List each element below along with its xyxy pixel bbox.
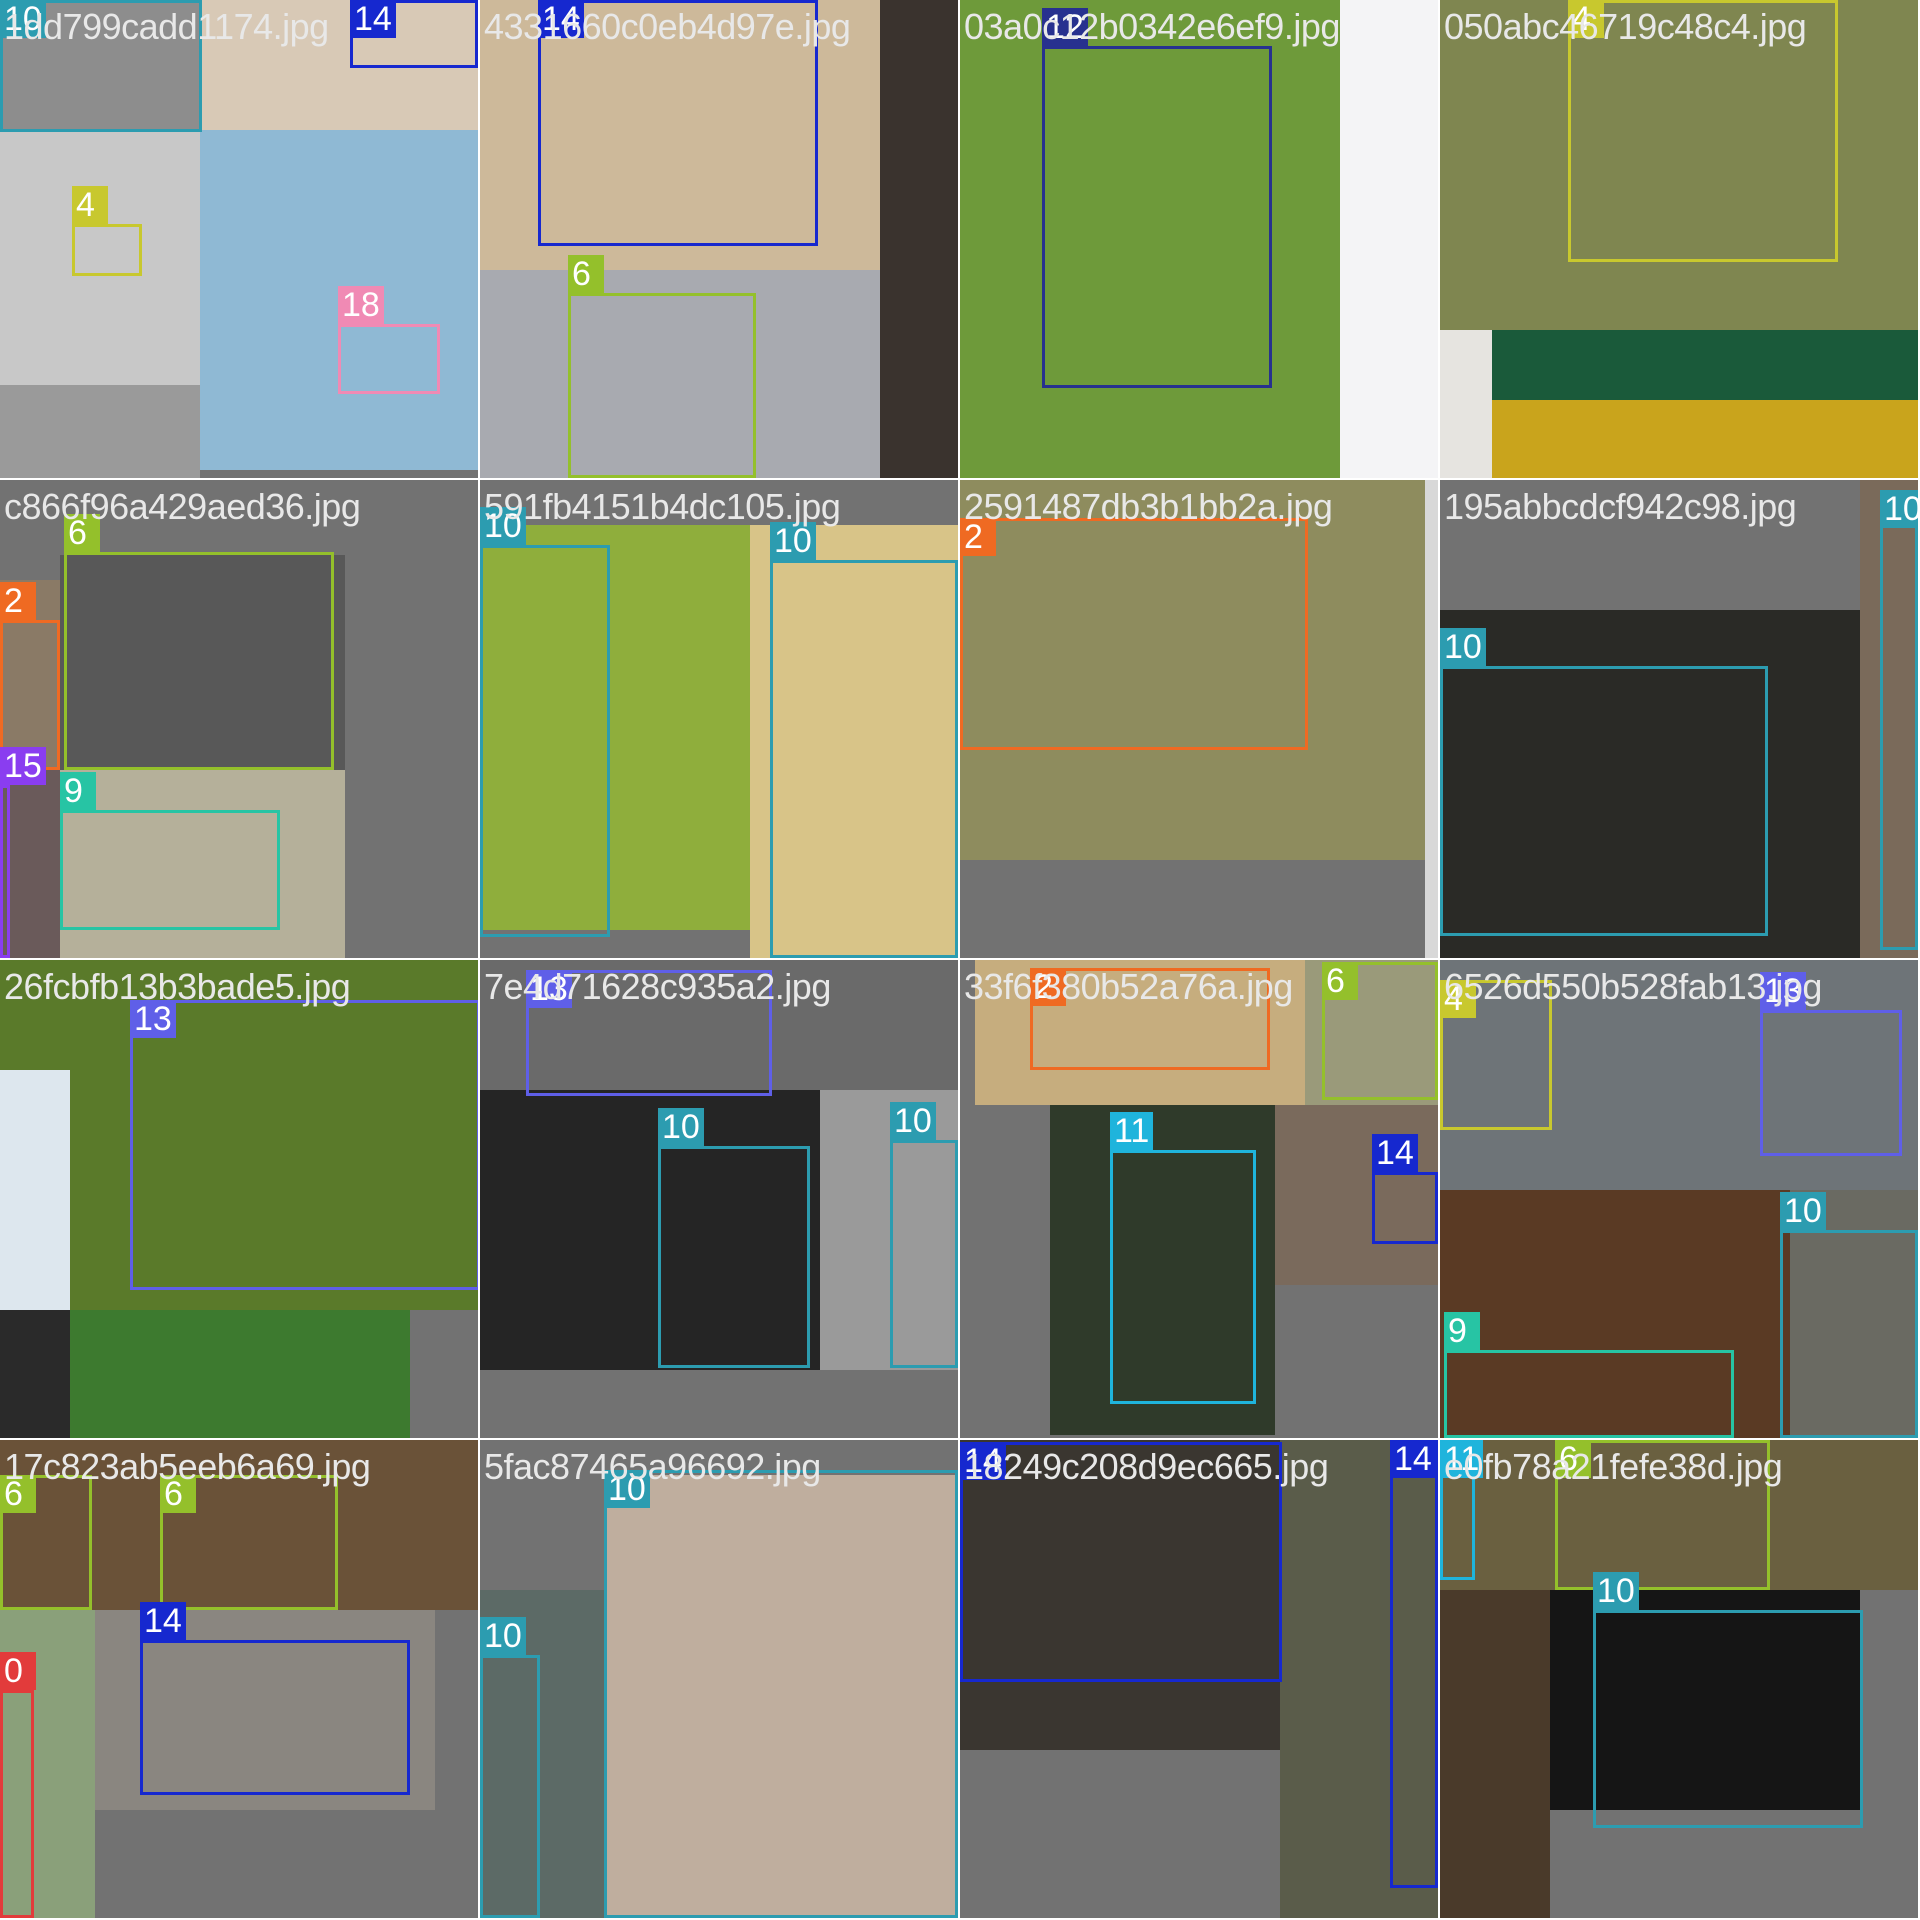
- photo-patch: [880, 0, 958, 478]
- bounding-box: 10: [658, 1108, 810, 1368]
- bounding-box: 14: [1372, 1134, 1438, 1244]
- bounding-box: 13: [130, 1000, 478, 1290]
- class-label: 9: [60, 772, 96, 810]
- mosaic-tile: 2591487db3b1bb2a.jpg 2: [960, 480, 1438, 958]
- bounding-box: 0: [0, 1652, 36, 1918]
- class-label: 14: [350, 0, 396, 38]
- class-label: 14: [1390, 1440, 1436, 1478]
- mosaic-tile: 6526d550b528fab13.jpg 4 13 10 9: [1440, 960, 1918, 1438]
- bounding-box: 6: [64, 514, 334, 770]
- class-label: 10: [658, 1108, 704, 1146]
- tile-filename: 2591487db3b1bb2a.jpg: [964, 486, 1333, 527]
- tile-filename: 17c823ab5eeb6a69.jpg: [4, 1446, 371, 1487]
- mosaic-tile: 18249c208d9ec665.jpg 14 14: [960, 1440, 1438, 1918]
- bounding-box: 6: [568, 255, 756, 478]
- bounding-box: 10: [1593, 1572, 1863, 1828]
- mosaic-tile: 195abbcdcf942c98.jpg 10 10: [1440, 480, 1918, 958]
- class-label: 10: [1780, 1192, 1826, 1230]
- class-label: 11: [1110, 1112, 1154, 1150]
- class-label: 0: [0, 1652, 36, 1690]
- bounding-box: 6: [160, 1475, 338, 1610]
- class-label: 4: [72, 186, 108, 224]
- mosaic-tile: 03a0c12b0342e6ef9.jpg 12: [960, 0, 1438, 478]
- bounding-box: 10: [480, 507, 610, 937]
- tile-filename: 195abbcdcf942c98.jpg: [1444, 486, 1797, 527]
- tile-filename: e0fb78a21fefe38d.jpg: [1444, 1446, 1783, 1487]
- photo-patch: [1492, 400, 1918, 478]
- bounding-box: 12: [1042, 8, 1272, 388]
- class-label: 14: [140, 1602, 186, 1640]
- class-label: 10: [480, 1617, 526, 1655]
- bounding-box: 9: [1444, 1312, 1734, 1438]
- mosaic-tile: 26fcbfb13b3bade5.jpg 13: [0, 960, 478, 1438]
- mosaic-tile: 33f6f380b52a76a.jpg 2 6 11 14: [960, 960, 1438, 1438]
- bounding-box: 2: [960, 518, 1308, 750]
- tile-filename: 4331660c0eb4d97e.jpg: [484, 6, 851, 47]
- class-label: 6: [568, 255, 604, 293]
- mosaic-tile: 7e4d71628c935a2.jpg 13 10 10: [480, 960, 958, 1438]
- bounding-box: 14: [140, 1602, 410, 1795]
- photo-patch: [1440, 330, 1492, 478]
- class-label: 10: [1440, 628, 1486, 666]
- class-label: 2: [0, 582, 36, 620]
- tile-filename: 03a0c12b0342e6ef9.jpg: [964, 6, 1340, 47]
- tile-filename: 33f6f380b52a76a.jpg: [964, 966, 1293, 1007]
- tile-filename: 18249c208d9ec665.jpg: [964, 1446, 1329, 1487]
- bounding-box: 10: [604, 1470, 958, 1918]
- bounding-box: 10: [480, 1617, 540, 1918]
- bounding-box: 14: [1390, 1440, 1438, 1888]
- bounding-box: 10: [1780, 1192, 1918, 1438]
- mosaic-tile: 1dd799cadd1174.jpg 10 14 4 18: [0, 0, 478, 478]
- mosaic-tile: 17c823ab5eeb6a69.jpg 6 6 14 0: [0, 1440, 478, 1918]
- mosaic-tile: c866f96a429aed36.jpg 6 2 15 9: [0, 480, 478, 958]
- photo-patch: [1440, 1590, 1550, 1918]
- bounding-box: 6: [1322, 962, 1438, 1100]
- tile-filename: 5fac87465a96692.jpg: [484, 1446, 821, 1487]
- tile-filename: 7e4d71628c935a2.jpg: [484, 966, 831, 1007]
- class-label: 10: [1593, 1572, 1639, 1610]
- photo-patch: [1340, 0, 1438, 478]
- class-label: 14: [1372, 1134, 1418, 1172]
- bounding-box: 9: [60, 772, 280, 930]
- class-label: 18: [338, 286, 384, 324]
- mosaic-tile: 050abc46719c48c4.jpg 4: [1440, 0, 1918, 478]
- photo-patch: [1425, 480, 1438, 958]
- class-label: 6: [1322, 962, 1358, 1000]
- bounding-box: 11: [1110, 1112, 1256, 1404]
- bounding-box: 18: [338, 286, 440, 394]
- bounding-box: 14: [350, 0, 478, 68]
- tile-filename: 6526d550b528fab13.jpg: [1444, 966, 1822, 1007]
- bounding-box: 10: [770, 522, 958, 958]
- bounding-box: 10: [1880, 490, 1918, 950]
- bounding-box: 10: [890, 1102, 958, 1368]
- tile-filename: 050abc46719c48c4.jpg: [1444, 6, 1807, 47]
- class-label: 9: [1444, 1312, 1480, 1350]
- class-label: 15: [0, 747, 46, 785]
- detection-mosaic: 1dd799cadd1174.jpg 10 14 4 18 4331660c0eb4d97…: [0, 0, 1920, 1920]
- photo-patch: [0, 1070, 70, 1320]
- photo-patch: [0, 1310, 70, 1438]
- bounding-box: 6: [0, 1475, 92, 1610]
- tile-filename: 591fb4151b4dc105.jpg: [484, 486, 841, 527]
- bounding-box: 15: [0, 747, 46, 958]
- class-label: 10: [890, 1102, 936, 1140]
- class-label: 10: [1880, 490, 1918, 528]
- bounding-box: 10: [1440, 628, 1768, 936]
- mosaic-tile: e0fb78a21fefe38d.jpg 11 6 10: [1440, 1440, 1918, 1918]
- mosaic-tile: 591fb4151b4dc105.jpg 10 10: [480, 480, 958, 958]
- tile-filename: 1dd799cadd1174.jpg: [4, 6, 329, 47]
- bounding-box: 13: [1760, 972, 1902, 1156]
- bounding-box: 4: [72, 186, 142, 276]
- tile-filename: 26fcbfb13b3bade5.jpg: [4, 966, 351, 1007]
- mosaic-tile: 4331660c0eb4d97e.jpg 14 6: [480, 0, 958, 478]
- photo-patch: [0, 385, 200, 478]
- mosaic-tile: 5fac87465a96692.jpg 10 10: [480, 1440, 958, 1918]
- tile-filename: c866f96a429aed36.jpg: [4, 486, 361, 527]
- photo-patch: [70, 1310, 410, 1438]
